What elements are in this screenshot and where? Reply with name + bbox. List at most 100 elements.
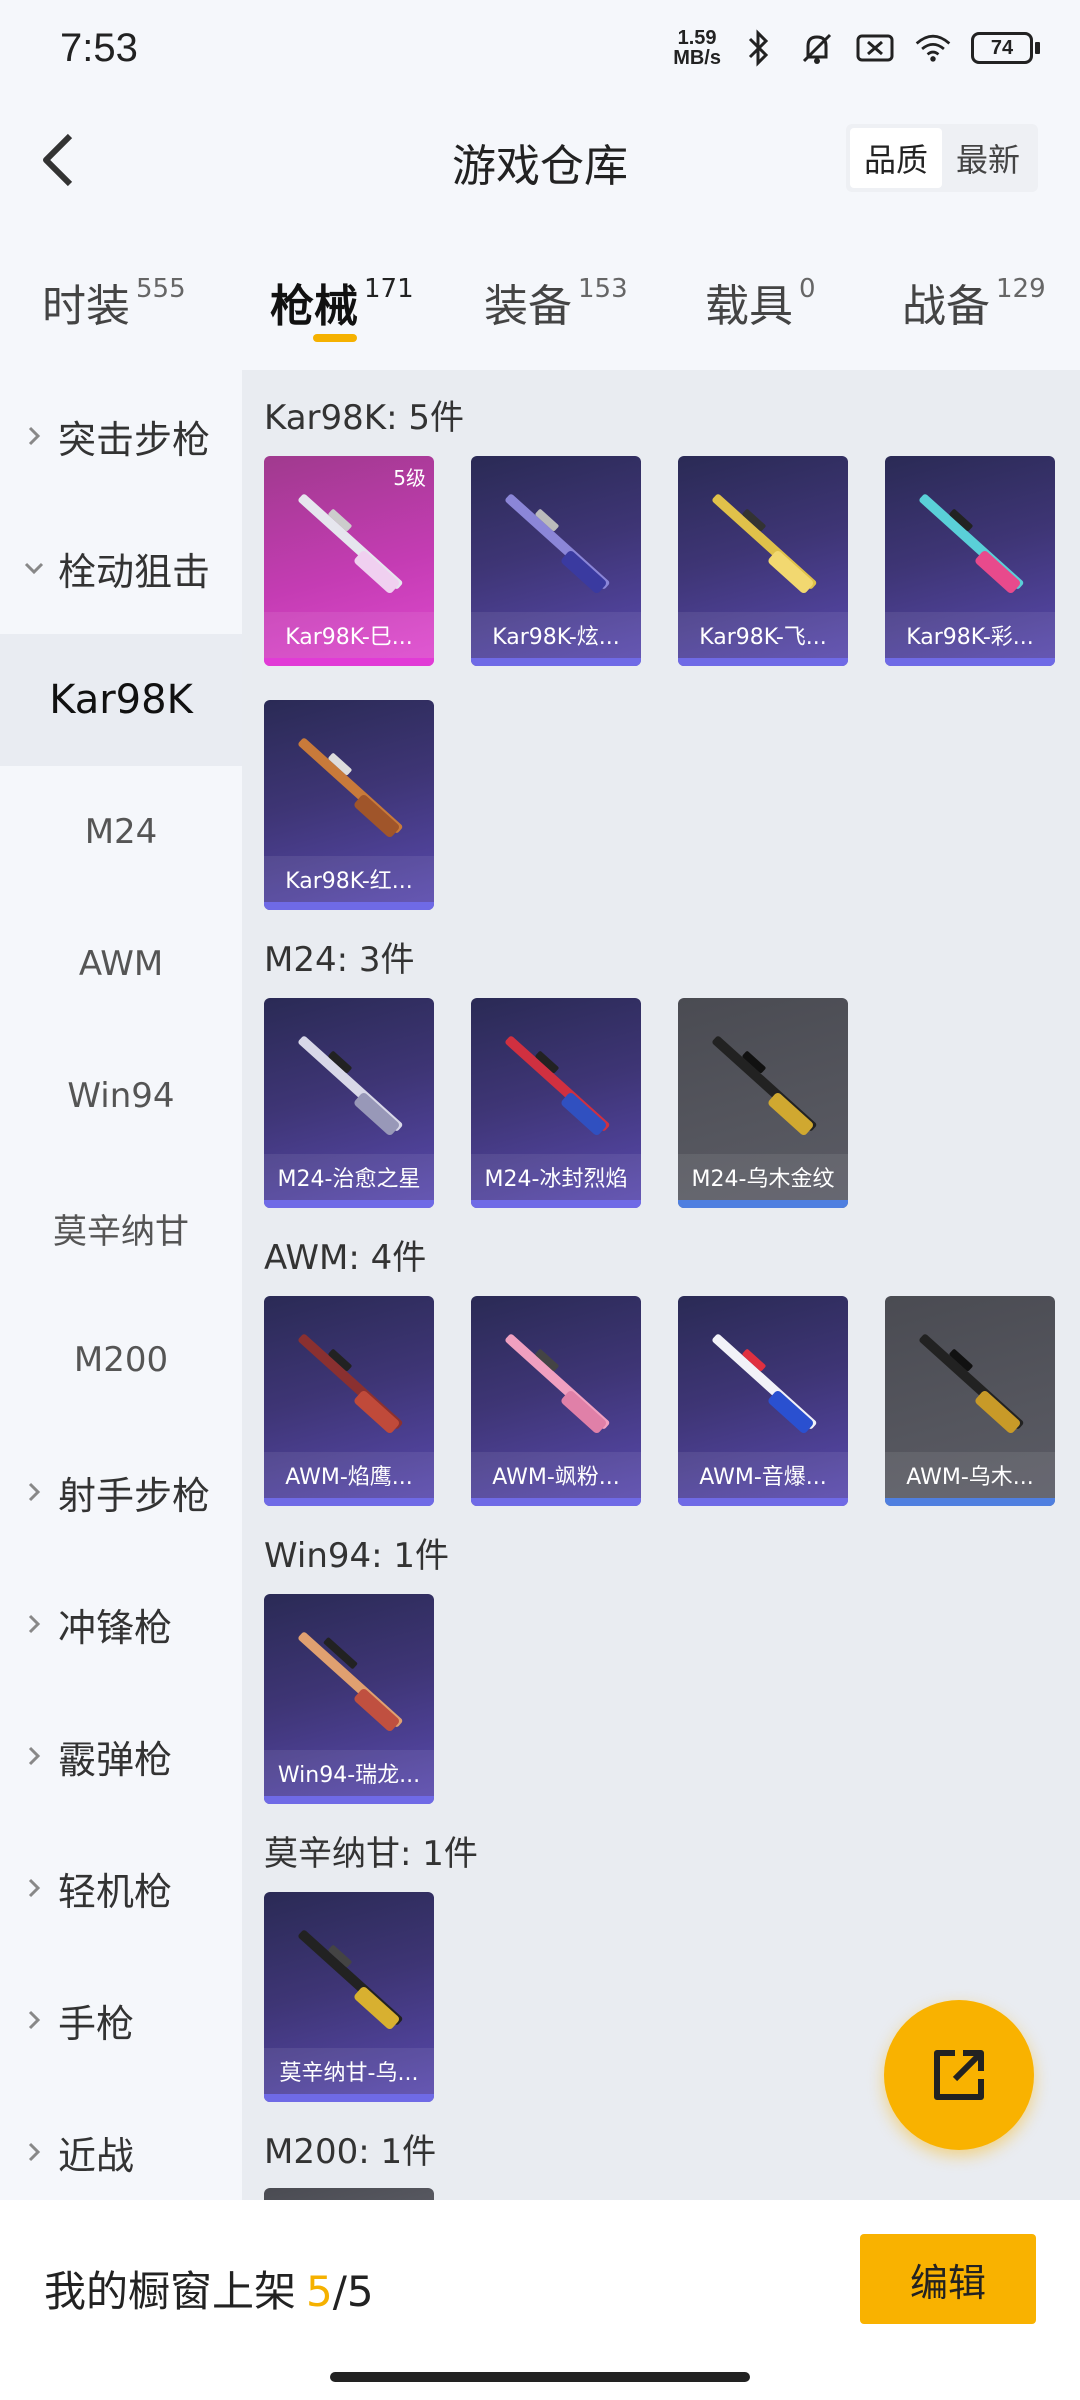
bottom-bar: 我的橱窗上架 5 /5 编辑: [0, 2200, 1080, 2400]
item-card[interactable]: M24-治愈之星: [264, 998, 434, 1208]
rifle-icon: [298, 1632, 403, 1732]
network-speed: 1.59 MB/s: [673, 28, 721, 68]
group-title-awm: AWM: 4件: [264, 1238, 427, 1278]
rarity-bar: [264, 1498, 434, 1506]
chevron-right-icon: [20, 2008, 48, 2032]
showcase-status: 我的橱窗上架 5 /5: [44, 2258, 374, 2319]
group-title-m200: M200: 1件: [264, 2132, 437, 2172]
rarity-bar: [471, 1200, 641, 1208]
sidebar-item-pistol[interactable]: 手枪: [0, 1954, 242, 2086]
battery-indicator: 74: [971, 32, 1040, 64]
item-card[interactable]: AWM-乌木...: [885, 1296, 1055, 1506]
chevron-right-icon: [20, 1876, 48, 1900]
tab-count: 153: [578, 274, 628, 304]
item-name: Kar98K-炫...: [471, 612, 641, 658]
sidebar-item-lmg[interactable]: 轻机枪: [0, 1822, 242, 1954]
rifle-icon: [505, 494, 610, 594]
home-indicator[interactable]: [330, 2372, 750, 2382]
silent-bell-icon: [797, 28, 837, 68]
tab-vehicles[interactable]: 载具 0: [705, 270, 816, 334]
rarity-bar: [471, 1498, 641, 1506]
item-name: AWM-飒粉...: [471, 1452, 641, 1498]
rarity-bar: [264, 902, 434, 910]
battery-cap: [1035, 42, 1040, 54]
item-card[interactable]: Kar98K-炫...: [471, 456, 641, 666]
sidebar-item-shotgun[interactable]: 霰弹枪: [0, 1690, 242, 1822]
status-time: 7:53: [60, 26, 138, 70]
item-name: Kar98K-巳...: [264, 612, 434, 658]
category-tabs: 时装 555 枪械 171 装备 153 载具 0 战备 129: [0, 250, 1080, 350]
status-bar: 7:53 1.59 MB/s 74: [0, 0, 1080, 100]
battery-level: 74: [971, 32, 1033, 64]
rifle-icon: [919, 494, 1024, 594]
tab-count: 555: [136, 274, 186, 304]
sidebar-item-label: 霰弹枪: [58, 1737, 173, 1782]
chevron-right-icon: [20, 1744, 48, 1768]
rifle-icon: [298, 1930, 403, 2030]
rarity-bar: [885, 1498, 1055, 1506]
tab-label: 战备: [902, 281, 990, 332]
sort-toggle: 品质 最新: [845, 124, 1038, 192]
tab-label: 时装: [42, 281, 130, 332]
tab-combat-gear[interactable]: 战备 129: [902, 270, 1046, 334]
sidebar-item-marksman-rifle[interactable]: 射手步枪: [0, 1426, 242, 1558]
sidebar-item-label: 冲锋枪: [58, 1605, 173, 1650]
item-card[interactable]: M24-乌木金纹: [678, 998, 848, 1208]
item-card[interactable]: Kar98K-红...: [264, 700, 434, 910]
item-card[interactable]: M24-冰封烈焰: [471, 998, 641, 1208]
sidebar-item-label: 轻机枪: [58, 1869, 173, 1914]
sidebar-item-label: 手枪: [58, 2001, 135, 2046]
sidebar-item-kar98k[interactable]: Kar98K: [0, 634, 242, 766]
item-name: Kar98K-彩...: [885, 612, 1055, 658]
rarity-bar: [264, 2094, 434, 2102]
sidebar-item-m200[interactable]: M200: [0, 1294, 242, 1426]
tab-label: 载具: [705, 281, 793, 332]
rifle-icon: [712, 494, 817, 594]
sort-newest-button[interactable]: 最新: [942, 128, 1034, 188]
sidebar-item-label: 近战: [58, 2133, 135, 2178]
status-icons: 1.59 MB/s 74: [673, 28, 1040, 68]
sidebar-item-melee[interactable]: 近战: [0, 2086, 242, 2218]
chevron-right-icon: [20, 1612, 48, 1636]
rarity-bar: [678, 658, 848, 666]
sidebar-item-mosin[interactable]: 莫辛纳甘: [0, 1162, 242, 1294]
wifi-icon: [913, 28, 953, 68]
rifle-icon: [712, 1036, 817, 1136]
tab-equipment[interactable]: 装备 153: [484, 270, 628, 334]
item-card-partial[interactable]: [264, 2188, 434, 2200]
item-card[interactable]: 莫辛纳甘-乌...: [264, 1892, 434, 2102]
edit-button[interactable]: 编辑: [860, 2234, 1036, 2324]
no-sim-icon: [855, 28, 895, 68]
item-card[interactable]: 5级 Kar98K-巳...: [264, 456, 434, 666]
sidebar-item-win94[interactable]: Win94: [0, 1030, 242, 1162]
sidebar-item-awm[interactable]: AWM: [0, 898, 242, 1030]
tab-count: 0: [799, 274, 816, 304]
rifle-icon: [298, 1334, 403, 1434]
chevron-right-icon: [20, 1480, 48, 1504]
item-name: M24-治愈之星: [264, 1154, 434, 1200]
item-card[interactable]: AWM-焰鹰...: [264, 1296, 434, 1506]
showcase-count: 5: [306, 2267, 333, 2316]
tab-guns[interactable]: 枪械 171: [270, 270, 414, 334]
item-card[interactable]: Win94-瑞龙...: [264, 1594, 434, 1804]
rifle-icon: [505, 1036, 610, 1136]
item-name: Kar98K-飞...: [678, 612, 848, 658]
sidebar-item-label: 栓动狙击: [58, 549, 211, 594]
sidebar-item-bolt-sniper[interactable]: 栓动狙击: [0, 502, 242, 634]
chevron-down-icon: [20, 560, 48, 576]
item-name: M24-冰封烈焰: [471, 1154, 641, 1200]
share-button[interactable]: [884, 2000, 1034, 2150]
sort-quality-button[interactable]: 品质: [849, 128, 942, 188]
item-card[interactable]: AWM-飒粉...: [471, 1296, 641, 1506]
group-title-win94: Win94: 1件: [264, 1536, 450, 1576]
tab-fashion[interactable]: 时装 555: [42, 270, 186, 334]
item-name: Kar98K-红...: [264, 856, 434, 902]
sidebar-item-assault-rifle[interactable]: 突击步枪: [0, 370, 242, 502]
item-card[interactable]: Kar98K-彩...: [885, 456, 1055, 666]
sidebar-item-m24[interactable]: M24: [0, 766, 242, 898]
item-card[interactable]: Kar98K-飞...: [678, 456, 848, 666]
item-card[interactable]: AWM-音爆...: [678, 1296, 848, 1506]
group-title-kar98k: Kar98K: 5件: [264, 398, 464, 438]
sidebar-item-smg[interactable]: 冲锋枪: [0, 1558, 242, 1690]
rarity-bar: [471, 658, 641, 666]
